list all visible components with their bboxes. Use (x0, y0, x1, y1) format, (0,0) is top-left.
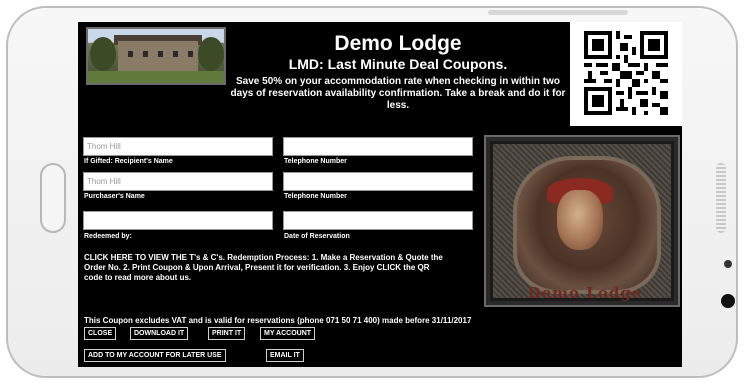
terms-and-process-link[interactable]: CLICK HERE TO VIEW THE T's & C's. Redemp… (84, 253, 444, 283)
artwork-canvas: Demo Lodge (490, 141, 674, 302)
purchaser-phone-input[interactable] (283, 172, 473, 191)
house-window (158, 51, 163, 57)
qr-code-icon[interactable] (584, 31, 668, 115)
lodge-artwork: Demo Lodge (484, 135, 680, 307)
coupon-blurb: Save 50% on your accommodation rate when… (230, 76, 566, 111)
home-button[interactable] (40, 163, 66, 233)
phone-camera (721, 294, 735, 308)
artwork-frame (513, 156, 661, 294)
phone-top-notch (488, 10, 628, 15)
recipient-name-label: If Gifted: Recipient's Name (84, 158, 173, 165)
artwork-face (557, 190, 603, 250)
redeemed-by-input[interactable] (83, 211, 273, 230)
coupon-screen: Demo Lodge LMD: Last Minute Deal Coupons… (78, 22, 682, 367)
house-window (188, 51, 193, 57)
coupon-subtitle: LMD: Last Minute Deal Coupons. (288, 56, 508, 72)
redeemed-by-label: Redeemed by: (84, 233, 132, 240)
my-account-button[interactable]: MY ACCOUNT (260, 327, 316, 340)
artwork-label: Demo Lodge (527, 284, 643, 302)
coupon-header: Demo Lodge LMD: Last Minute Deal Coupons… (228, 32, 568, 112)
lawn (88, 71, 224, 83)
tree-shape (90, 37, 116, 71)
lodge-photo (86, 27, 226, 85)
close-button[interactable]: CLOSE (84, 327, 117, 340)
download-button[interactable]: DOWNLOAD IT (130, 327, 189, 340)
purchaser-name-input[interactable] (83, 172, 273, 191)
phone-sensor (724, 260, 732, 268)
add-to-account-button[interactable]: ADD TO MY ACCOUNT FOR LATER USE (84, 349, 226, 362)
recipient-name-input[interactable] (83, 137, 273, 156)
reservation-date-input[interactable] (283, 211, 473, 230)
phone-speaker (716, 163, 726, 233)
purchaser-name-label: Purchaser's Name (84, 193, 145, 200)
house-window (173, 51, 178, 57)
email-button[interactable]: EMAIL IT (266, 349, 304, 362)
recipient-phone-input[interactable] (283, 137, 473, 156)
coupon-validity-notice: This Coupon excludes VAT and is valid fo… (84, 316, 472, 325)
coupon-title: Demo Lodge (334, 32, 462, 55)
qr-code-link[interactable] (570, 22, 682, 126)
purchaser-phone-label: Telephone Number (284, 193, 347, 200)
recipient-phone-label: Telephone Number (284, 158, 347, 165)
house-window (143, 51, 148, 57)
print-button[interactable]: PRINT IT (208, 327, 246, 340)
house-window (128, 51, 133, 57)
reservation-date-label: Date of Reservation (284, 233, 350, 240)
